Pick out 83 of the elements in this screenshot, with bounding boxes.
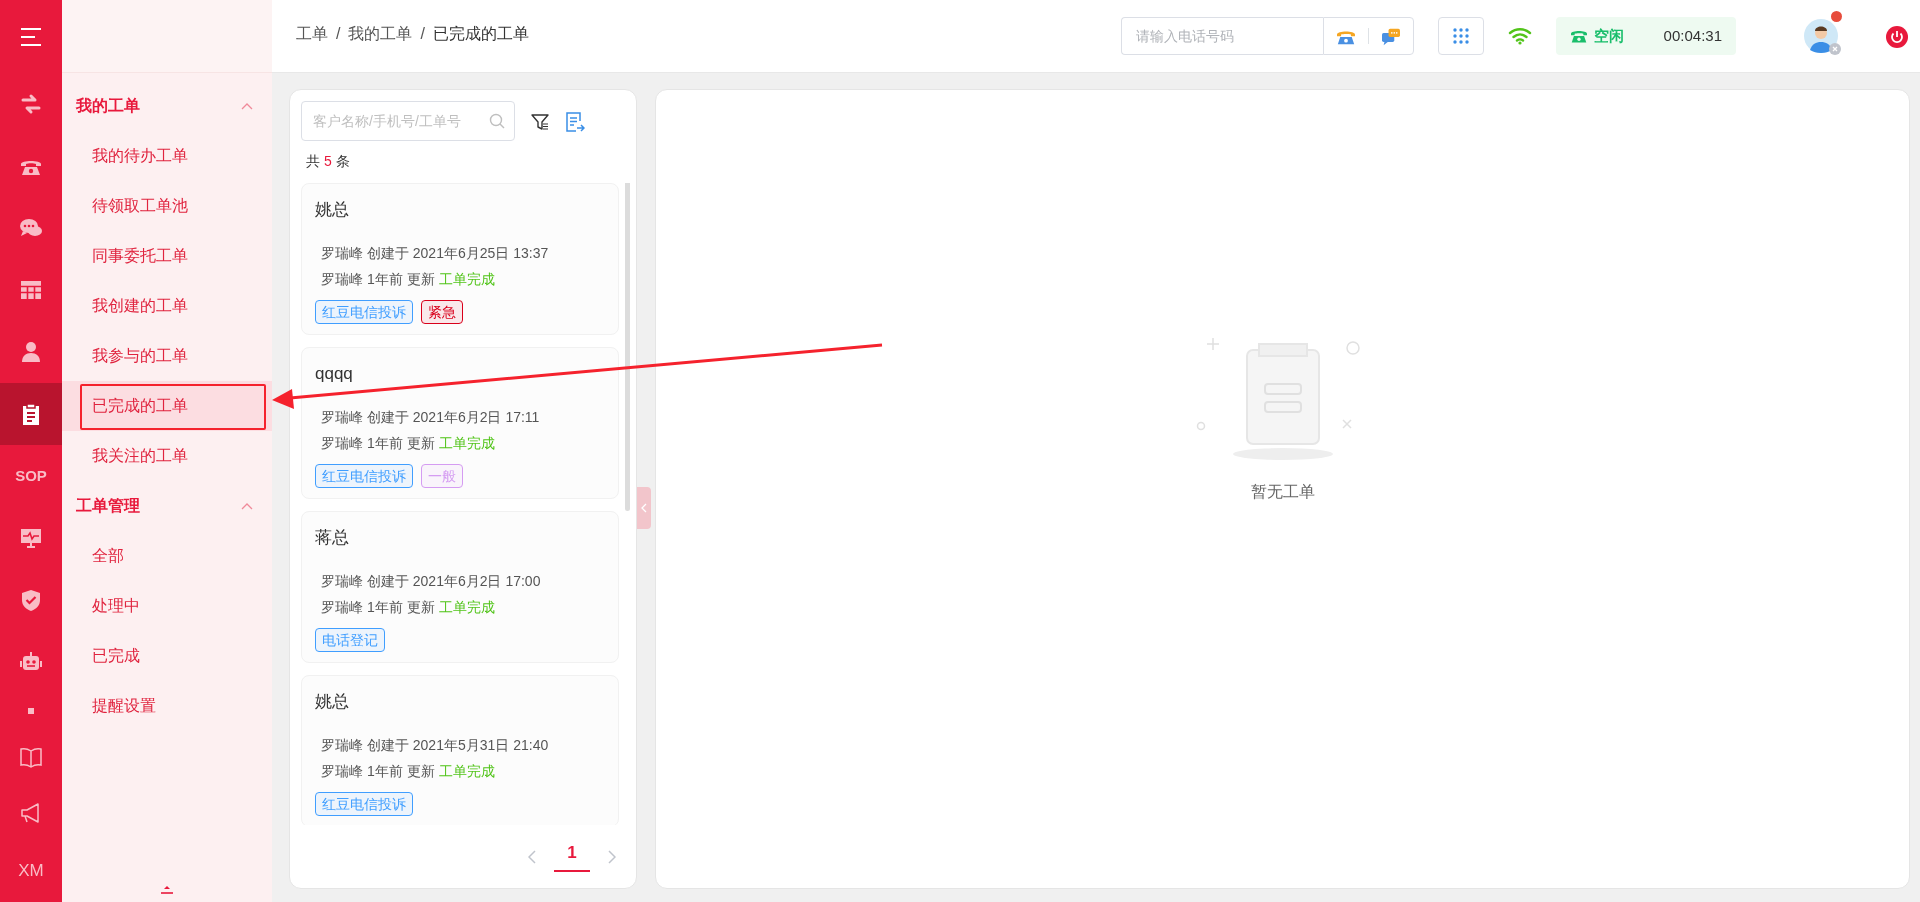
created-info: 罗瑞峰 创建于 2021年5月31日 21:40 <box>320 736 550 755</box>
updated-info: 罗瑞峰 1年前 更新 <box>321 434 435 453</box>
ticket-title: 蒋总 <box>315 527 350 549</box>
sidebar-item[interactable]: 处理中 <box>62 581 272 631</box>
power-icon <box>1886 25 1908 48</box>
sidebar-item[interactable]: 我的待办工单 <box>62 131 272 181</box>
shield-check-icon <box>19 588 43 612</box>
ticket-card[interactable]: qqqq 罗瑞峰 创建于 2021年6月2日 17:11 罗瑞峰 1年前 更新 工单完成 红豆电信投诉 一般 <box>301 347 619 499</box>
created-info: 罗瑞峰 创建于 2021年6月25日 13:37 <box>320 244 550 263</box>
ticket-status: 工单完成 <box>438 598 495 617</box>
ticket-title: 姚总 <box>315 691 350 713</box>
ticket-card[interactable]: 蒋总 罗瑞峰 创建于 2021年6月2日 17:00 罗瑞峰 1年前 更新 工单完成 电话登记 <box>301 511 619 663</box>
ticket-tag: 一般 <box>421 464 463 488</box>
book-icon <box>19 745 43 769</box>
sidebar-item[interactable]: 我关注的工单 <box>62 431 272 481</box>
sidebar-group-header[interactable]: 工单管理 <box>62 481 272 531</box>
grid-icon <box>19 278 43 302</box>
export-button[interactable] <box>565 109 585 133</box>
sidebar-item[interactable]: 全部 <box>62 531 272 581</box>
dialpad-icon <box>1452 27 1470 45</box>
sidebar-item[interactable]: 提醒设置 <box>62 681 272 731</box>
ticket-title: 姚总 <box>315 199 350 221</box>
monitor-pulse-icon <box>19 526 43 550</box>
swap-arrows-icon <box>19 92 43 116</box>
rail-item[interactable]: XM <box>0 841 62 901</box>
person-icon <box>19 340 43 364</box>
rail-item[interactable]: SOP <box>0 445 62 507</box>
ticket-status: 工单完成 <box>438 270 495 289</box>
ticket-title: qqqq <box>315 363 354 385</box>
ticket-tag: 红豆电信投诉 <box>315 792 413 816</box>
chevron-left-icon <box>528 849 536 864</box>
wifi-icon <box>1508 27 1532 45</box>
ticket-tag: 红豆电信投诉 <box>315 464 413 488</box>
telephone-icon <box>1570 28 1588 44</box>
chevron-up-icon <box>240 501 254 511</box>
sidebar-group-header[interactable]: 我的工单 <box>62 81 272 131</box>
ticket-status: 工单完成 <box>438 434 495 453</box>
breadcrumb-link[interactable]: 工单 <box>296 22 328 46</box>
scrollbar[interactable] <box>625 183 630 511</box>
updated-info: 罗瑞峰 1年前 更新 <box>321 762 435 781</box>
total-count-text: 共 5 条 <box>306 152 350 171</box>
sidebar-item[interactable]: 已完成 <box>62 631 272 681</box>
updated-info: 罗瑞峰 1年前 更新 <box>321 270 435 289</box>
agent-status[interactable]: 空闲 <box>1594 24 1624 48</box>
sidebar-item[interactable]: 已完成的工单 <box>62 381 272 431</box>
search-icon <box>489 113 505 129</box>
document-export-icon <box>565 111 585 132</box>
menu-icon <box>19 25 43 48</box>
updated-info: 罗瑞峰 1年前 更新 <box>321 598 435 617</box>
ticket-tag: 紧急 <box>421 300 463 324</box>
sidebar-item[interactable]: 我创建的工单 <box>62 281 272 331</box>
filter-icon <box>531 112 549 131</box>
sidebar-item[interactable]: 我参与的工单 <box>62 331 272 381</box>
dialpad-button[interactable] <box>1438 17 1484 55</box>
phone-number-field[interactable]: 请输入电话号码 <box>1121 17 1323 55</box>
breadcrumb-separator: / <box>336 24 341 44</box>
group-title: 工单管理 <box>76 496 140 516</box>
avatar-icon <box>1804 19 1838 53</box>
created-info: 罗瑞峰 创建于 2021年6月2日 17:00 <box>320 572 542 591</box>
ticket-card[interactable]: 姚总 罗瑞峰 创建于 2021年5月31日 21:40 罗瑞峰 1年前 更新 工单完成 红豆电信投诉 <box>301 675 619 825</box>
chevron-left-icon <box>641 503 647 513</box>
chevron-up-icon <box>240 101 254 111</box>
power-button[interactable] <box>1886 24 1908 48</box>
created-info: 罗瑞峰 创建于 2021年6月2日 17:11 <box>320 408 541 427</box>
page-button[interactable]: 1 <box>554 840 590 872</box>
chevron-right-icon <box>608 849 616 864</box>
ticket-tag: 电话登记 <box>315 628 385 652</box>
ticket-card[interactable]: 姚总 罗瑞峰 创建于 2021年6月25日 13:37 罗瑞峰 1年前 更新 工单完成 红豆电信投诉 紧急 <box>301 183 619 335</box>
empty-state-text: 暂无工单 <box>1250 482 1315 502</box>
collapse-up-icon <box>161 884 173 894</box>
group-title: 我的工单 <box>76 96 140 116</box>
rail-item[interactable] <box>0 383 62 445</box>
offline-badge-icon <box>1829 43 1841 55</box>
collapse-handle[interactable] <box>637 487 651 529</box>
breadcrumb-separator: / <box>420 24 425 44</box>
sidebar-item[interactable]: 同事委托工单 <box>62 231 272 281</box>
sidebar-item[interactable]: 待领取工单池 <box>62 181 272 231</box>
chat-bubbles-icon <box>1381 27 1401 46</box>
ticket-status: 工单完成 <box>438 762 495 781</box>
call-timer: 00:04:31 <box>1663 25 1722 46</box>
ticket-tag: 红豆电信投诉 <box>315 300 413 324</box>
search-field[interactable]: 客户名称/手机号/工单号 <box>301 101 515 141</box>
breadcrumb-link[interactable]: 我的工单 <box>348 22 413 46</box>
